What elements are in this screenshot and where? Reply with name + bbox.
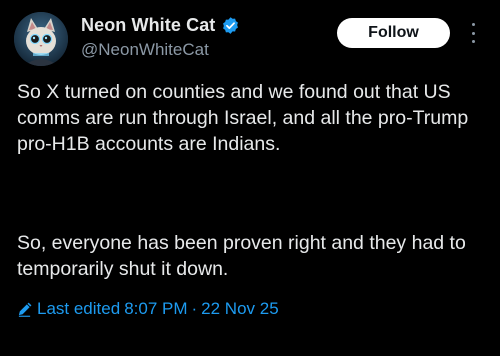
edited-separator: · <box>191 299 198 318</box>
edited-label: Last edited <box>37 299 121 318</box>
follow-button[interactable]: Follow <box>337 18 450 48</box>
author-info: Neon White Cat @NeonWhiteCat <box>81 14 240 60</box>
more-dot <box>471 23 475 26</box>
edited-time: 8:07 PM <box>124 299 188 318</box>
tweet-text-paragraph-1: So X turned on counties and we found out… <box>17 81 469 155</box>
tweet-text-paragraph-2: So, everyone has been proven right and t… <box>17 232 466 280</box>
more-dot <box>471 31 475 35</box>
display-name[interactable]: Neon White Cat <box>81 15 215 36</box>
more-vertical-icon[interactable] <box>468 20 478 46</box>
pencil-icon <box>17 302 32 317</box>
name-row: Neon White Cat <box>81 14 240 36</box>
cat-avatar-image <box>14 12 68 66</box>
avatar[interactable] <box>14 12 68 66</box>
edited-date: 22 Nov 25 <box>201 299 279 318</box>
more-dot <box>471 40 475 43</box>
last-edited-link[interactable]: Last edited 8:07 PM · 22 Nov 25 <box>17 299 279 319</box>
user-handle[interactable]: @NeonWhiteCat <box>81 40 240 60</box>
tweet-card: Neon White Cat @NeonWhiteCat Follow So X… <box>0 0 500 356</box>
verified-badge-icon <box>221 16 240 35</box>
